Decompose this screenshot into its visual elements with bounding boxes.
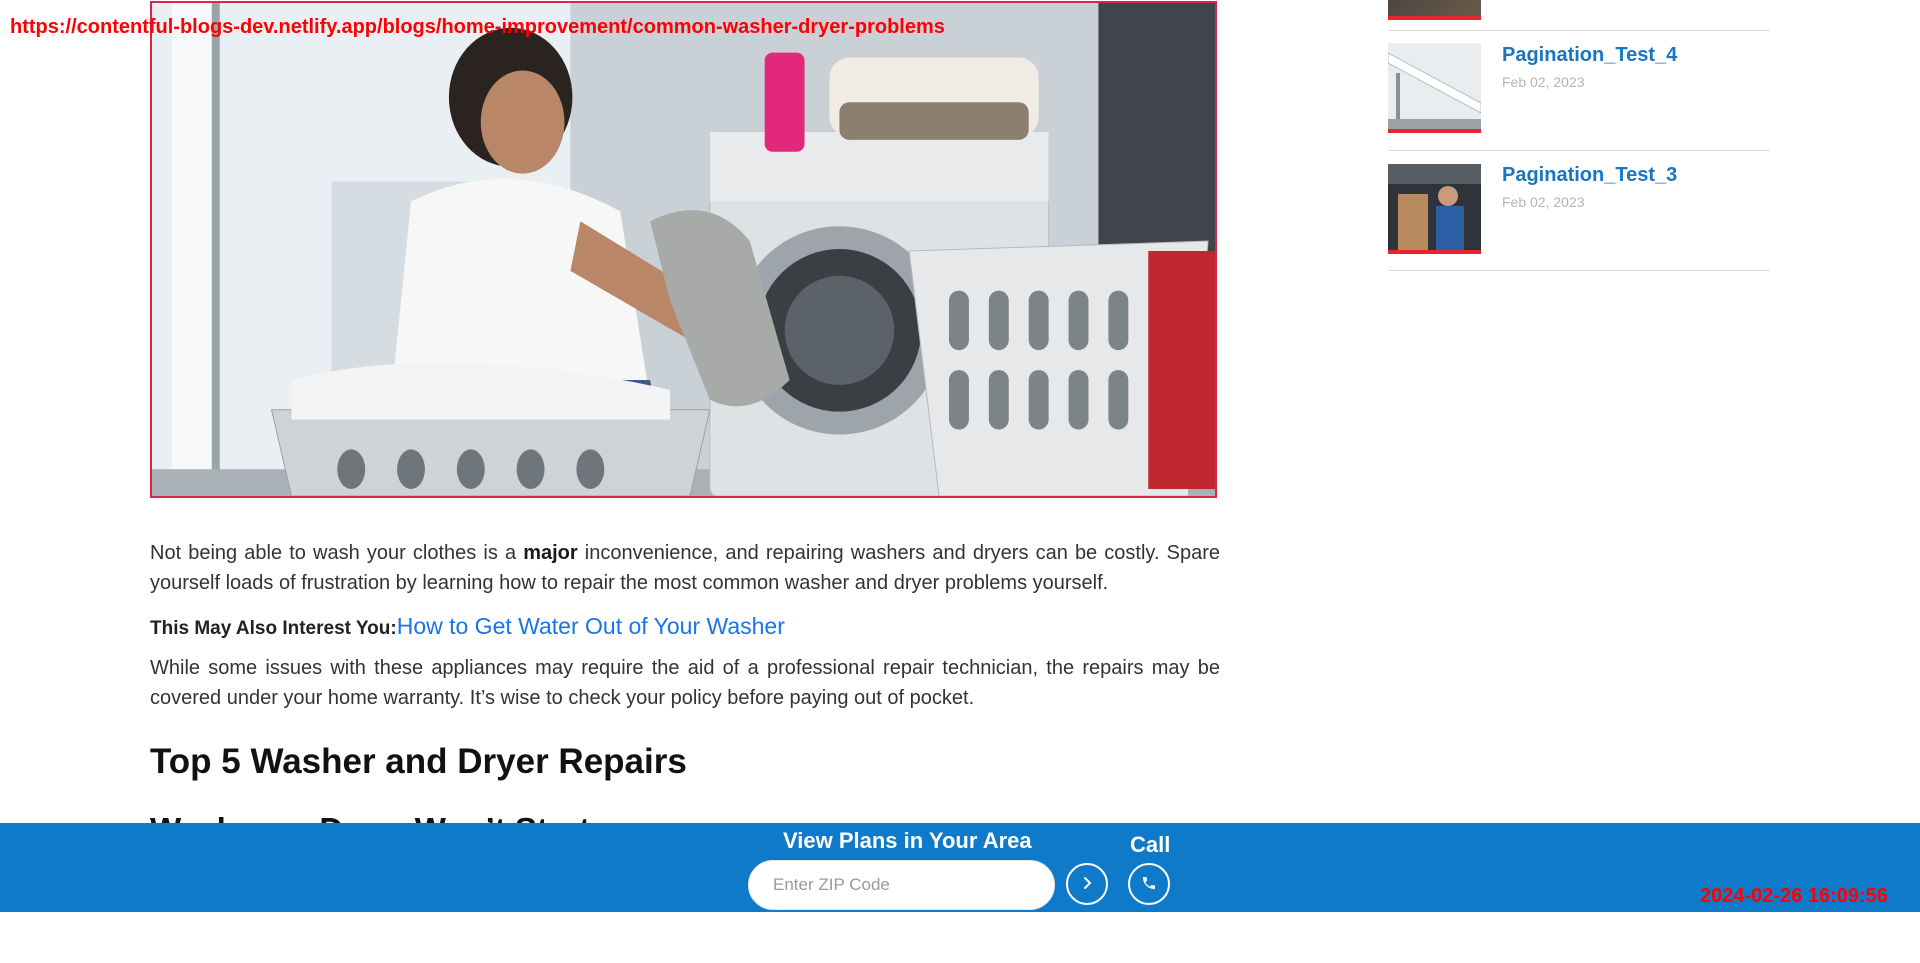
view-plans-title: View Plans in Your Area [783,828,1032,853]
related-link-row: This May Also Interest You:How to Get Wa… [150,611,1220,644]
sidebar-post-title[interactable]: Pagination_Test_4 [1502,44,1677,67]
intro-bold-word: major [523,542,578,564]
call-button[interactable] [1128,863,1170,905]
laundry-photo [152,3,1215,496]
post-thumbnail [1388,0,1481,20]
post-thumbnail [1388,164,1481,254]
sidebar-post-date: Feb 02, 2023 [1502,74,1585,90]
warranty-paragraph: While some issues with these appliances … [150,657,1220,709]
sidebar-post-date: Feb 02, 2023 [1502,194,1585,210]
sidebar-post-title[interactable]: Pagination_Test_3 [1502,164,1677,187]
zip-code-input[interactable] [748,860,1055,910]
intro-paragraph: Not being able to wash your clothes is a… [150,538,1220,598]
phone-icon [1141,875,1157,894]
submit-zip-button[interactable] [1066,863,1108,905]
related-article-link[interactable]: How to Get Water Out of Your Washer [397,613,785,639]
post-thumbnail [1388,43,1481,133]
sidebar-post-partial[interactable] [1388,0,1770,31]
related-label: This May Also Interest You: [150,618,397,639]
sidebar-post-2[interactable]: Pagination_Test_3 Feb 02, 2023 [1388,151,1770,271]
sidebar-post-1[interactable]: Pagination_Test_4 Feb 02, 2023 [1388,31,1770,151]
timestamp-overlay: 2024-02-26 16:09:56 [1700,885,1888,907]
url-overlay: https://contentful-blogs-dev.netlify.app… [10,16,945,38]
call-label: Call [1130,832,1171,857]
view-plans-bar: View Plans in Your Area Call [0,823,1920,912]
section-heading: Top 5 Washer and Dryer Repairs [150,742,687,781]
intro-text-start: Not being able to wash your clothes is a [150,542,524,564]
chevron-right-icon [1080,876,1094,893]
hero-image [150,1,1217,498]
